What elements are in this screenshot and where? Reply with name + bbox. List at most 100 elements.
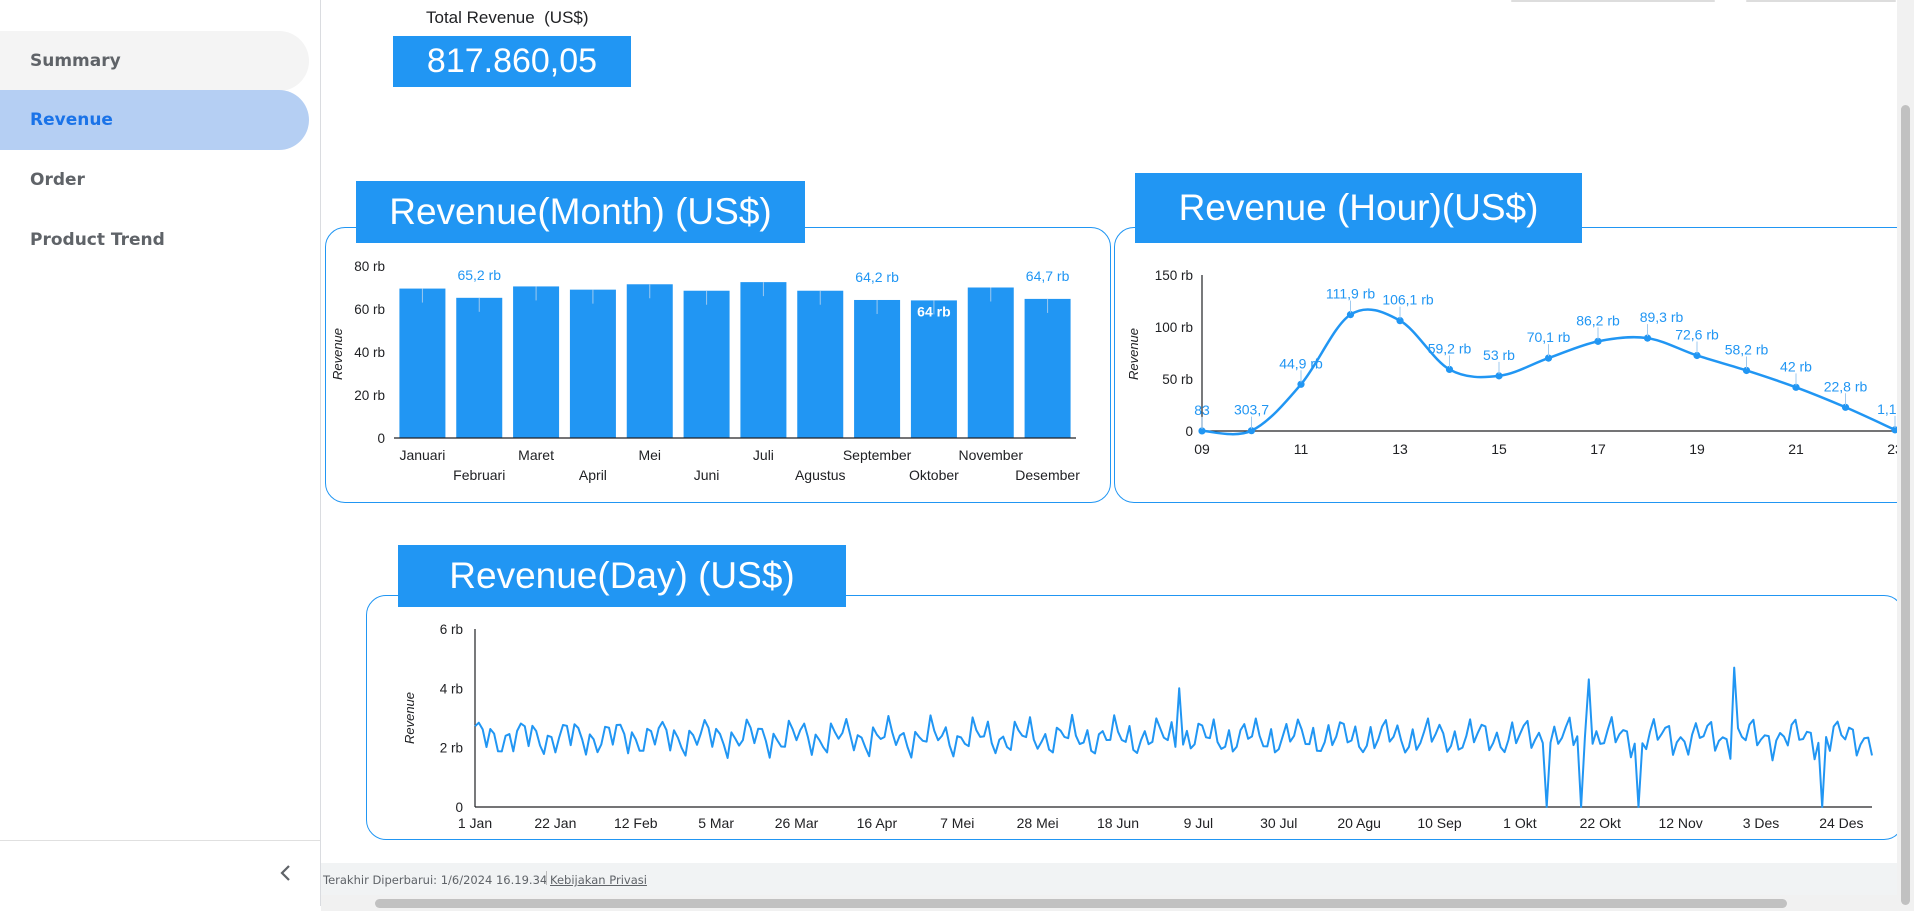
x-tick-label: 20 Agu — [1337, 815, 1381, 831]
x-tick-label: 12 Nov — [1658, 815, 1702, 831]
bar-maret — [513, 286, 560, 438]
x-tick-label: 30 Jul — [1260, 815, 1297, 831]
report-footer: Terakhir Diperbarui: 1/6/2024 16.19.34 K… — [321, 863, 1901, 895]
vertical-scrollbar[interactable] — [1897, 0, 1914, 911]
y-tick-label: 6 rb — [440, 622, 463, 637]
footer-divider — [546, 871, 547, 885]
bar-mei — [626, 284, 673, 438]
daily-revenue-line — [474, 666, 1873, 808]
y-tick-label: 80 rb — [354, 259, 385, 274]
x-tick-label: 3 Des — [1743, 815, 1780, 831]
x-tick-label: 16 Apr — [857, 815, 898, 831]
x-tick-label: Februari — [453, 467, 505, 483]
x-tick-label: 11 — [1294, 441, 1309, 457]
control-edge — [1511, 0, 1715, 2]
horizontal-scrollbar-thumb[interactable] — [375, 899, 1787, 908]
point-data-label: 70,1 rb — [1527, 329, 1571, 345]
x-tick-label: Juni — [694, 467, 720, 483]
y-axis-label: Revenue — [1126, 328, 1141, 380]
report-canvas: Total Revenue (US$) 817.860,05 0 20 rb 40 … — [321, 0, 1914, 906]
vertical-scrollbar-thumb[interactable] — [1901, 105, 1910, 905]
sidebar-item-order[interactable]: Order — [0, 150, 309, 210]
x-tick-label: Maret — [518, 447, 554, 463]
hour-chart-title-text: Revenue (Hour)(US$) — [1178, 187, 1539, 228]
hour-chart-title: Revenue (Hour)(US$) — [1135, 173, 1582, 243]
point-data-label: 59,2 rb — [1428, 340, 1472, 356]
y-tick-label: 2 rb — [440, 741, 463, 756]
y-tick-label: 4 rb — [440, 681, 463, 696]
sidebar-item-product-trend[interactable]: Product Trend — [0, 210, 309, 270]
x-tick-label: November — [958, 447, 1023, 463]
point-data-label: 44,9 rb — [1279, 355, 1323, 371]
sidebar-item-label: Product Trend — [30, 230, 165, 250]
kpi-label: Total Revenue (US$) — [426, 8, 589, 27]
x-tick-label: 26 Mar — [775, 815, 819, 831]
sidebar-item-revenue[interactable]: Revenue — [0, 90, 309, 150]
bar-juli — [740, 282, 787, 438]
y-tick-label: 150 rb — [1155, 268, 1193, 283]
bar-april — [569, 289, 616, 438]
hour-chart-card: 0 50 rb 100 rb 150 rb Revenue 09 11 13 15 17 19 21 2… — [1114, 227, 1914, 503]
last-updated-text: Terakhir Diperbarui: 1/6/2024 16.19.34 — [323, 873, 548, 887]
y-tick-label: 0 — [1185, 424, 1193, 439]
report-app: Summary Revenue Order Product Trend Tota… — [0, 0, 1914, 911]
privacy-link[interactable]: Kebijakan Privasi — [550, 873, 647, 887]
x-tick-label: 22 Jan — [534, 815, 576, 831]
point-data-label: 86,2 rb — [1576, 312, 1620, 328]
x-tick-label: 21 — [1788, 441, 1804, 457]
bar-januari — [399, 288, 446, 438]
x-tick-label: 13 — [1392, 441, 1408, 457]
bar-november — [967, 287, 1014, 438]
y-tick-label: 50 rb — [1162, 372, 1193, 387]
month-bar-chart: 0 20 rb 40 rb 60 rb 80 rb Revenue Januari Febru… — [330, 259, 1080, 483]
sidebar-item-label: Revenue — [30, 110, 113, 130]
y-tick-label: 60 rb — [354, 302, 385, 317]
bar-oktober — [910, 300, 957, 438]
x-tick-label: 22 Okt — [1580, 815, 1621, 831]
y-tick-label: 100 rb — [1155, 320, 1193, 335]
bar-juni — [683, 290, 730, 438]
y-axis-label: Revenue — [402, 692, 417, 744]
point-data-label: 106,1 rb — [1382, 292, 1434, 308]
bar-data-label: 64 rb — [917, 303, 950, 319]
day-chart-title-text: Revenue(Day) (US$) — [449, 555, 795, 596]
sidebar-footer — [0, 840, 320, 907]
x-tick-label: 15 — [1491, 441, 1507, 457]
x-tick-label: September — [843, 447, 912, 463]
hour-line-chart: 0 50 rb 100 rb 150 rb Revenue 09 11 13 15 17 19 21 2… — [1126, 268, 1913, 457]
bar-data-label: 64,7 rb — [1026, 268, 1070, 284]
y-tick-label: 40 rb — [354, 345, 385, 360]
point-data-label: 89,3 rb — [1640, 309, 1684, 325]
x-tick-label: Oktober — [909, 467, 959, 483]
x-tick-label: 10 Sep — [1417, 815, 1462, 831]
month-chart-card: 0 20 rb 40 rb 60 rb 80 rb Revenue Januari Febru… — [325, 227, 1111, 503]
day-line-chart: 0 2 rb 4 rb 6 rb Revenue 1 Jan 22 Jan 12 Feb 5 M… — [402, 622, 1873, 831]
point-data-label: 72,6 rb — [1675, 326, 1719, 342]
y-tick-label: 0 — [377, 431, 385, 446]
month-chart-title: Revenue(Month) (US$) — [356, 181, 805, 243]
sidebar-item-label: Summary — [30, 51, 121, 71]
point-data-label: 303,7 — [1234, 402, 1269, 418]
point-data-label: 1,1 rb — [1877, 401, 1898, 417]
x-tick-label: April — [579, 467, 607, 483]
horizontal-scrollbar[interactable] — [321, 895, 1897, 911]
chevron-left-icon[interactable] — [274, 861, 298, 885]
x-tick-label: 5 Mar — [698, 815, 734, 831]
month-chart-title-text: Revenue(Month) (US$) — [389, 191, 772, 232]
control-edge — [1746, 0, 1896, 2]
x-tick-label: Mei — [638, 447, 661, 463]
y-tick-label: 20 rb — [354, 388, 385, 403]
x-tick-label: 09 — [1194, 441, 1210, 457]
point-data-label: 111,9 rb — [1326, 286, 1376, 302]
point-data-label: 83 — [1194, 402, 1210, 418]
bar-data-label: 65,2 rb — [457, 267, 501, 283]
y-axis-label: Revenue — [330, 328, 345, 380]
x-tick-label: 18 Jun — [1097, 815, 1139, 831]
sidebar-item-summary[interactable]: Summary — [0, 31, 309, 91]
x-tick-label: 1 Jan — [458, 815, 492, 831]
x-tick-label: 24 Des — [1819, 815, 1863, 831]
x-tick-label: Agustus — [795, 467, 846, 483]
x-tick-label: Desember — [1015, 467, 1080, 483]
bar-desember — [1024, 298, 1071, 438]
bar-september — [854, 299, 901, 438]
